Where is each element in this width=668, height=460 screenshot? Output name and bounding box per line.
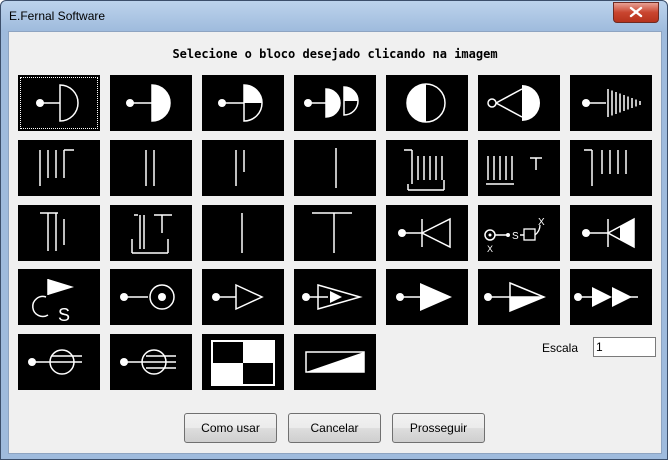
block-tile-31[interactable] (202, 334, 284, 390)
block-tile-15[interactable] (18, 205, 100, 261)
checker-icon (211, 340, 275, 386)
stack-base-icon (404, 149, 445, 191)
block-tile-27[interactable] (478, 269, 560, 325)
circle-half-filled-icon (406, 83, 446, 123)
block-tile-7[interactable] (570, 75, 652, 131)
svg-text:S: S (512, 231, 519, 242)
svg-text:X: X (538, 217, 545, 228)
block-tile-9[interactable] (110, 140, 192, 196)
block-tile-10[interactable] (202, 140, 284, 196)
block-tile-32[interactable] (294, 334, 376, 390)
flag-s-icon: S (32, 279, 74, 325)
block-tile-25[interactable] (294, 269, 376, 325)
triangle-half-filled-icon (484, 281, 546, 313)
block-tile-19[interactable] (386, 205, 468, 261)
signal-chain-icon: S X X (484, 217, 545, 254)
svg-text:X: X (487, 244, 493, 254)
block-tile-6[interactable] (478, 75, 560, 131)
help-button[interactable]: Como usar (184, 413, 277, 443)
double-half-disc-icon (304, 86, 359, 118)
block-tile-11[interactable] (294, 140, 376, 196)
circle-crossed-icon (28, 349, 82, 375)
svg-text:S: S (58, 305, 70, 325)
t-shape-icon (312, 212, 352, 253)
block-tile-28[interactable] (570, 269, 652, 325)
triangle-filled-icon (396, 283, 452, 311)
app-window: E.Fernal Software Selecione o bloco dese… (0, 0, 668, 460)
block-tile-3[interactable] (202, 75, 284, 131)
target-circle-icon (120, 284, 175, 310)
block-tile-5[interactable] (386, 75, 468, 131)
block-tile-18[interactable] (294, 205, 376, 261)
half-disc-filled-icon (126, 84, 171, 122)
block-tile-24[interactable] (202, 269, 284, 325)
block-tile-17[interactable] (202, 205, 284, 261)
block-tile-29[interactable] (18, 334, 100, 390)
reverse-triangle-icon (398, 217, 451, 249)
block-tile-16[interactable] (110, 205, 192, 261)
triangle-nested-icon (302, 284, 363, 310)
two-lines-icon (145, 150, 155, 186)
scale-label: Escala (542, 341, 579, 355)
block-tile-22[interactable]: S (18, 269, 100, 325)
cancel-button[interactable]: Cancelar (288, 413, 381, 443)
circle-double-crossed-icon (120, 349, 176, 375)
block-tile-2[interactable] (110, 75, 192, 131)
block-tile-26[interactable] (386, 269, 468, 325)
block-tile-13[interactable] (478, 140, 560, 196)
stack-base-t-icon (486, 156, 542, 185)
block-tile-23[interactable] (110, 269, 192, 325)
four-lines-icon (39, 149, 74, 186)
block-tile-14[interactable] (570, 140, 652, 196)
title-bar[interactable]: E.Fernal Software (1, 1, 667, 31)
horn-array-icon (582, 89, 641, 117)
half-disc-outline-icon (36, 84, 79, 122)
block-tile-1[interactable] (18, 75, 100, 131)
double-triangle-icon (574, 287, 638, 307)
two-lines-short-icon (235, 150, 245, 186)
block-tile-12[interactable] (386, 140, 468, 196)
bracket-t-icon (131, 214, 172, 254)
triangle-outline-icon (212, 283, 264, 311)
block-tile-21[interactable] (570, 205, 652, 261)
single-line-icon (335, 148, 337, 188)
block-tile-20[interactable]: S X X (478, 205, 560, 261)
five-lines-icon (584, 149, 627, 186)
close-button[interactable] (613, 2, 659, 23)
window-title: E.Fernal Software (9, 9, 106, 23)
proceed-button[interactable]: Prosseguir (392, 413, 485, 443)
instruction-heading: Selecione o bloco desejado clicando na i… (172, 47, 498, 61)
single-line-center-icon (241, 213, 243, 253)
block-tile-4[interactable] (294, 75, 376, 131)
close-icon (629, 6, 643, 18)
reverse-triangle-filled-icon (582, 217, 635, 249)
scale-input[interactable] (593, 337, 656, 357)
line-pair-t-icon (40, 212, 65, 251)
block-tile-8[interactable] (18, 140, 100, 196)
dialog-body: Selecione o bloco desejado clicando na i… (8, 31, 662, 454)
block-tile-30[interactable] (110, 334, 192, 390)
ramp-icon (305, 351, 365, 373)
half-disc-quarter-filled-icon (218, 84, 263, 122)
cone-speaker-icon (487, 85, 540, 121)
